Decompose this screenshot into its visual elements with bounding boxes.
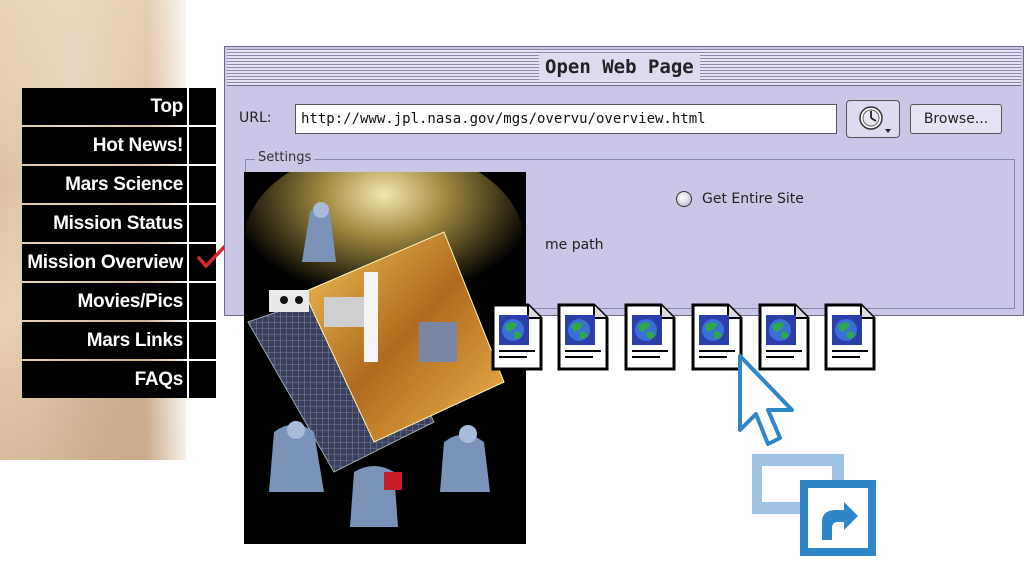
web-document-icon[interactable] [823,302,877,372]
spacecraft-photo [244,172,526,544]
nav-item-mission-status[interactable]: Mission Status [22,205,216,242]
nav-item-label: Mission Status [53,213,183,234]
shortcut-copy-icon [752,454,876,556]
get-entire-site-radio[interactable] [676,191,692,207]
settings-group-label: Settings [255,150,315,165]
nav-item-tab [187,322,213,359]
nav-item-label: Hot News! [92,135,184,156]
same-path-option-label: me path [545,237,604,253]
nav-item-tab [187,361,213,398]
spacecraft-illustration [244,172,526,544]
nav-item-label: Mars Links [86,330,184,351]
nav-item-tab [187,283,213,320]
nav-item-mars-links[interactable]: Mars Links [22,322,216,359]
get-entire-site-label: Get Entire Site [702,191,804,207]
nav-item-tab [187,205,213,242]
nav-item-mars-science[interactable]: Mars Science [22,166,216,203]
nav-item-tab [187,88,213,125]
web-document-icon[interactable] [490,302,544,372]
dialog-title: Open Web Page [539,54,700,80]
browse-button[interactable]: Browse... [910,104,1002,134]
nav-item-faqs[interactable]: FAQs [22,361,216,398]
nav-item-label: Movies/Pics [77,291,184,312]
nav-item-label: Mission Overview [27,252,183,273]
url-label: URL: [239,110,272,126]
nav-item-movies-pics[interactable]: Movies/Pics [22,283,216,320]
url-input[interactable]: http://www.jpl.nasa.gov/mgs/overvu/overv… [295,104,837,134]
nav-item-mission-overview[interactable]: Mission Overview [22,244,216,281]
dialog-titlebar[interactable]: Open Web Page [227,49,1021,86]
nav-item-hot-news[interactable]: Hot News! [22,127,216,164]
nav-item-label: Mars Science [65,174,183,195]
nav-item-label: FAQs [134,369,184,390]
nav-item-tab [187,127,213,164]
web-document-icon[interactable] [623,302,677,372]
clock-icon [859,106,891,133]
nav-item-label: Top [150,96,183,117]
arrow-cursor-icon [738,354,794,446]
site-nav-menu: Top Hot News! Mars Science Mission Statu… [22,88,216,400]
nav-item-top[interactable]: Top [22,88,216,125]
nav-item-tab [187,166,213,203]
history-clock-button[interactable] [846,100,900,138]
web-document-icon[interactable] [556,302,610,372]
